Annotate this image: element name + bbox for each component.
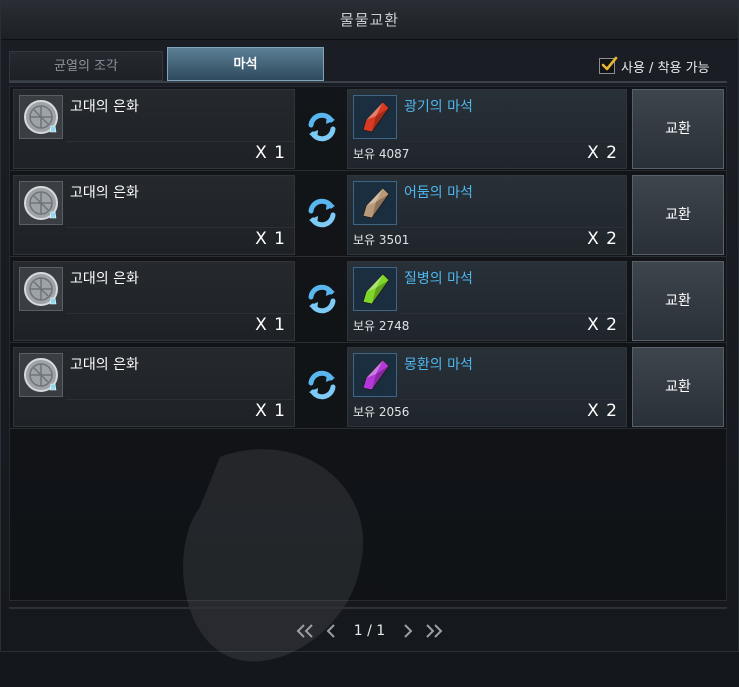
tab-divider [9, 81, 727, 83]
owned-count: 보유 4087 [353, 147, 410, 161]
owned-count: 보유 2056 [353, 405, 410, 419]
window-title: 물물교환 [1, 1, 738, 40]
ancient-silver-coin-icon[interactable] [19, 95, 63, 139]
exchange-row: 고대의 은화 X 1 어둠의 마석 보유 3501 X 2 교환 [10, 173, 726, 257]
give-item-slot[interactable]: 고대의 은화 X 1 [13, 347, 295, 427]
receive-item-qty: X 2 [587, 143, 618, 163]
give-item-name: 고대의 은화 [70, 357, 139, 373]
usable-filter-checkbox[interactable] [599, 56, 618, 74]
receive-item-name: 몽환의 마석 [404, 357, 473, 373]
slot-divider [400, 313, 626, 314]
receive-item-qty: X 2 [587, 315, 618, 335]
swap-arrows-icon [304, 281, 340, 317]
ancient-silver-coin-icon[interactable] [19, 267, 63, 311]
pagination: 1 / 1 [1, 619, 738, 643]
give-item-qty: X 1 [255, 143, 286, 163]
give-item-slot[interactable]: 고대의 은화 X 1 [13, 261, 295, 341]
exchange-row: 고대의 은화 X 1 질병의 마석 보유 2748 X 2 교환 [10, 259, 726, 343]
receive-item-slot[interactable]: 몽환의 마석 보유 2056 X 2 [347, 347, 627, 427]
give-item-slot[interactable]: 고대의 은화 X 1 [13, 89, 295, 169]
slot-divider [400, 399, 626, 400]
receive-item-slot[interactable]: 어둠의 마석 보유 3501 X 2 [347, 175, 627, 255]
give-item-qty: X 1 [255, 401, 286, 421]
give-item-name: 고대의 은화 [70, 185, 139, 201]
exchange-button[interactable]: 교환 [632, 261, 724, 341]
first-page-icon[interactable] [296, 622, 314, 640]
slot-divider [66, 399, 294, 400]
give-item-name: 고대의 은화 [70, 271, 139, 287]
slot-divider [66, 227, 294, 228]
receive-item-slot[interactable]: 광기의 마석 보유 4087 X 2 [347, 89, 627, 169]
receive-item-slot[interactable]: 질병의 마석 보유 2748 X 2 [347, 261, 627, 341]
exchange-list: 고대의 은화 X 1 광기의 마석 보유 4087 X 2 교환 고대의 은화 … [9, 86, 727, 662]
checkmark-icon [601, 56, 618, 71]
receive-item-qty: X 2 [587, 229, 618, 249]
receive-item-name: 광기의 마석 [404, 99, 473, 115]
swap-arrows-icon [304, 367, 340, 403]
green-magic-stone-icon[interactable] [353, 267, 397, 311]
page-indicator: 1 / 1 [353, 623, 386, 639]
slot-divider [66, 313, 294, 314]
background-emblem-icon [183, 449, 364, 662]
usable-filter-label: 사용 / 착용 가능 [621, 60, 710, 76]
exchange-row: 고대의 은화 X 1 몽환의 마석 보유 2056 X 2 교환 [10, 345, 726, 429]
owned-count: 보유 3501 [353, 233, 410, 247]
exchange-button[interactable]: 교환 [632, 347, 724, 427]
receive-item-qty: X 2 [587, 401, 618, 421]
next-page-icon[interactable] [399, 622, 417, 640]
tan-magic-stone-icon[interactable] [353, 181, 397, 225]
receive-item-name: 어둠의 마석 [404, 185, 473, 201]
exchange-button[interactable]: 교환 [632, 175, 724, 255]
exchange-button[interactable]: 교환 [632, 89, 724, 169]
ancient-silver-coin-icon[interactable] [19, 181, 63, 225]
swap-arrows-icon [304, 195, 340, 231]
purple-magic-stone-icon[interactable] [353, 353, 397, 397]
receive-item-name: 질병의 마석 [404, 271, 473, 287]
last-page-icon[interactable] [425, 622, 443, 640]
tab-rift-fragment[interactable]: 균열의 조각 [9, 51, 163, 81]
give-item-name: 고대의 은화 [70, 99, 139, 115]
tab-magic-stone[interactable]: 마석 [167, 47, 324, 81]
barter-window: 물물교환 균열의 조각 마석 사용 / 착용 가능 고대의 은화 X 1 광기의… [0, 0, 739, 662]
give-item-qty: X 1 [255, 229, 286, 249]
red-magic-stone-icon[interactable] [353, 95, 397, 139]
exchange-row: 고대의 은화 X 1 광기의 마석 보유 4087 X 2 교환 [10, 87, 726, 171]
give-item-slot[interactable]: 고대의 은화 X 1 [13, 175, 295, 255]
ancient-silver-coin-icon[interactable] [19, 353, 63, 397]
slot-divider [400, 227, 626, 228]
prev-page-icon[interactable] [322, 622, 340, 640]
usable-filter-toggle[interactable]: 사용 / 착용 가능 [599, 56, 710, 76]
slot-divider [66, 141, 294, 142]
slot-divider [400, 141, 626, 142]
footer-divider [9, 607, 727, 609]
give-item-qty: X 1 [255, 315, 286, 335]
owned-count: 보유 2748 [353, 319, 410, 333]
swap-arrows-icon [304, 109, 340, 145]
